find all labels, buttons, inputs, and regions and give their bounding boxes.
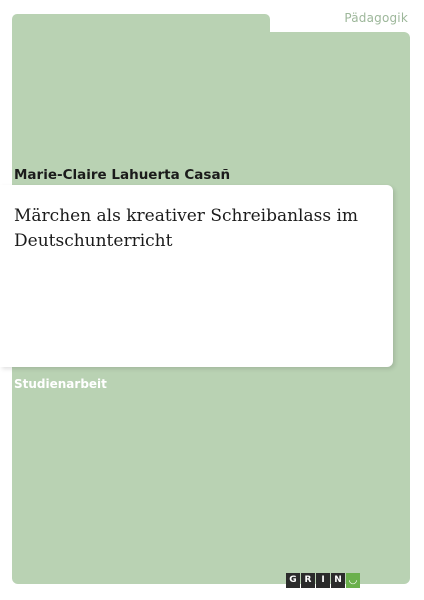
grin-logo-letter-n: N: [331, 573, 345, 588]
grin-logo: G R I N ◡: [286, 573, 360, 588]
book-title: Märchen als kreativer Schreibanlass im D…: [14, 206, 359, 251]
grin-logo-letter-g: G: [286, 573, 300, 588]
author-name: Marie-Claire Lahuerta Casañ: [14, 167, 231, 183]
smile-icon: ◡: [346, 573, 360, 588]
cover-tab-strip: [12, 14, 270, 34]
grin-logo-letter-i: I: [316, 573, 330, 588]
category-label: Pädagogik: [344, 11, 408, 25]
grin-logo-letter-r: R: [301, 573, 315, 588]
document-type: Studienarbeit: [14, 377, 107, 391]
